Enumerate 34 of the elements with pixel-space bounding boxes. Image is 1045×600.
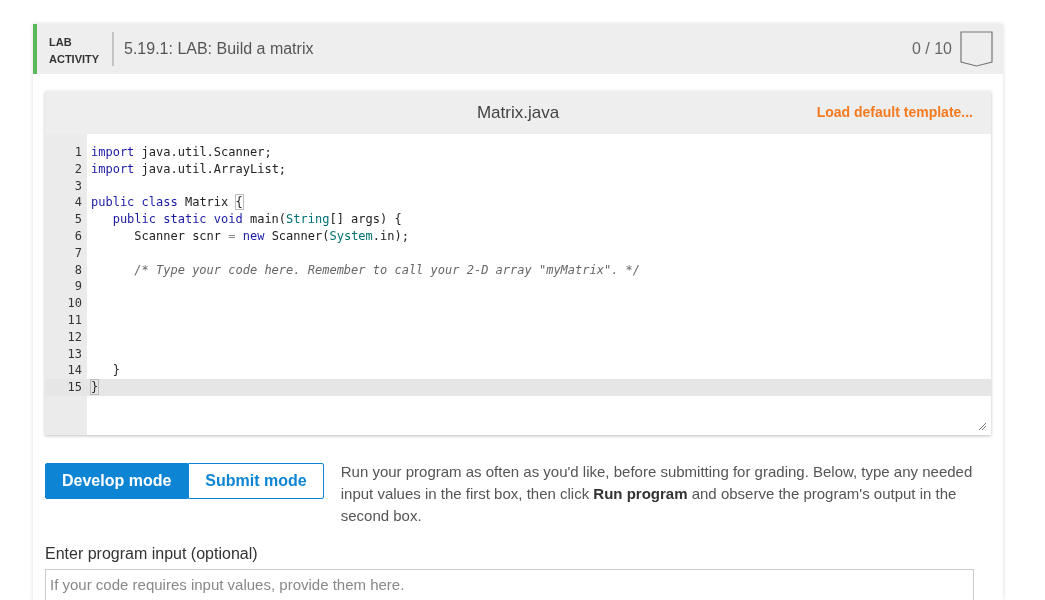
activity-title: 5.19.1: LAB: Build a matrix [124,40,315,58]
line-number: 9 [73,278,83,296]
code-line: public static void main(String[] args) { [111,211,403,228]
mode-tab[interactable]: Develop mode [45,463,189,499]
file-name: Matrix.java [476,102,560,123]
line-number: 14 [66,362,83,380]
instructions-text: Run your program as often as you'd like, before submitting for grading. Below, type any needed input values in the first box, then click Run program and observe the program's output in the second box. [340,462,974,526]
code-line: public class Matrix { [90,194,244,212]
badge-icon [960,31,993,67]
code-line: import java.util.ArrayList; [90,160,288,178]
line-number: 10 [66,295,83,312]
code-line: /* Type your code here. Remember to call your 2-D array "myMatrix". */ [133,261,642,279]
line-number: 1 [73,144,83,161]
load-template-link[interactable]: Load default template... [816,104,973,120]
line-number: 3 [73,177,83,195]
line-number: 7 [73,244,83,262]
line-number: 8 [73,261,83,279]
code-line: } [111,362,121,380]
resize-grip-icon[interactable] [979,423,986,430]
program-input-field[interactable]: If your code requires input values, provide them here. [45,569,974,600]
line-number: 5 [73,211,83,228]
score: 0 / 10 [911,40,952,58]
line-number: 12 [66,328,83,346]
input-label: Enter program input (optional) [45,545,259,563]
line-number: 4 [73,194,83,212]
line-number: 11 [66,311,83,329]
activity-type-label: LAB ACTIVITY [49,34,101,67]
line-number: 15 [45,379,87,396]
line-number: 6 [73,228,83,245]
code-line: import java.util.Scanner; [90,144,273,161]
mode-tab[interactable]: Submit mode [188,463,324,499]
line-number: 13 [66,345,83,363]
line-number: 2 [73,160,83,178]
code-line: Scanner scnr = new Scanner(System.in); [133,228,410,245]
